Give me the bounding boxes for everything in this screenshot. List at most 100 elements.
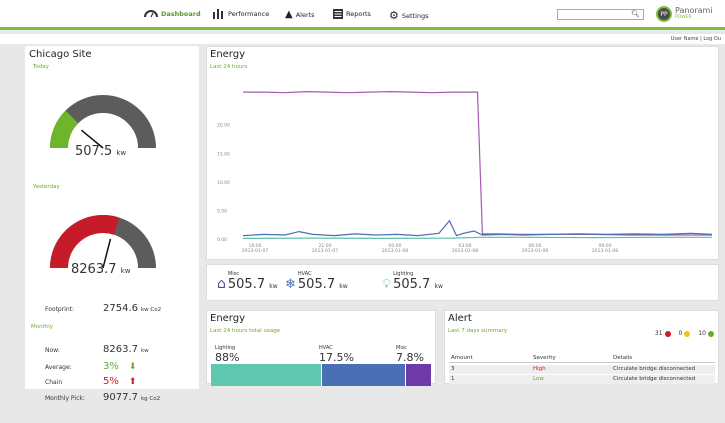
nav-alerts[interactable]: ▲ Alerts (285, 9, 315, 20)
logo-mark-icon: PP (656, 6, 672, 22)
legend-lighting[interactable]: 💡︎ Lighting 505.7 kw (382, 271, 443, 292)
today-unit: kw (116, 149, 127, 157)
now-label: Now: (45, 347, 60, 354)
table-row[interactable]: 3 High Circulate bridge disconnected (449, 365, 715, 374)
row-amount: 1 (451, 376, 455, 382)
search-input[interactable]: 🔍︎ (557, 9, 644, 20)
usage-subtitle: Last 24 hours total usage (210, 328, 281, 334)
y-tick-label: 10.00 (217, 180, 230, 186)
chain-value: 5% (103, 376, 119, 387)
nav-reports[interactable]: Reports (333, 9, 371, 19)
arrow-up-icon: ⬆ (128, 377, 137, 387)
series-line-misc[interactable] (243, 90, 712, 236)
legend-misc-value: 505.7 (227, 277, 266, 292)
snowflake-icon: ❄ (285, 277, 296, 292)
alert-count-green: 10 (698, 330, 706, 337)
nav-reports-label: Reports (346, 10, 371, 18)
col-amount: Amount (451, 355, 473, 361)
site-panel: Chicago Site Today 507.5 kw Yesterday 82… (25, 46, 199, 403)
footprint-unit: kw Co2 (141, 307, 162, 313)
legend-hvac[interactable]: ❄ HVAC 505.7 kw (285, 271, 348, 292)
usage-hvac-pct: 17.5% (319, 351, 354, 364)
alert-counts: 31 0 10 (655, 330, 714, 337)
energy-line-chart[interactable]: 0.00 5.00 10.00 15.00 20.00 18:00 2013-01-07 21… (207, 73, 718, 259)
usage-stacked-bar (211, 364, 431, 386)
nav-settings-label: Settings (401, 11, 429, 20)
row-details: Circulate bridge disconnected (613, 376, 696, 382)
energy-chart-panel: Energy Last 24 hours 0.00 5.00 10.00 15.00 2… (206, 46, 719, 260)
x-tick-label: 03:00 2013-01-08 (452, 243, 478, 254)
now-value: 8263.7 (103, 344, 138, 355)
row-details: Circulate bridge disconnected (613, 366, 696, 372)
energy-usage-panel: Energy Last 24 hours total usage Lightin… (206, 310, 436, 386)
legend-lighting-value: 505.7 (393, 277, 431, 292)
user-bar: User Name | Log Ou (0, 34, 725, 44)
user-links[interactable]: User Name | Log Ou (671, 36, 721, 42)
alert-subtitle: Last 7 days summary (448, 328, 508, 334)
legend-hvac-value: 505.7 (297, 277, 336, 292)
now-row: Now: 8263.7 kw (45, 344, 149, 355)
bar-chart-icon (213, 9, 223, 19)
today-gauge (50, 95, 156, 149)
usage-misc-pct: 7.8% (396, 351, 424, 364)
today-value: 507.5 kw (75, 144, 126, 159)
monthly-pick-row: Monthly Pick: 9077.7 kg Co2 (45, 392, 160, 403)
average-value: 3% (103, 361, 119, 372)
alert-count-yellow: 0 (678, 330, 683, 337)
x-tick-label: 09:00 2013-01-08 (592, 243, 618, 254)
yellow-dot-icon (684, 330, 691, 337)
alert-table-header: Amount Severity Details (449, 355, 715, 363)
footprint-row: Footprint: 2754.6 kw Co2 (45, 303, 161, 314)
logo-text: Panorami (675, 6, 713, 15)
today-gauge-fill (50, 110, 79, 149)
monthly-pick-unit: kg Co2 (141, 396, 161, 402)
now-unit: kw (141, 348, 149, 354)
nav-dashboard[interactable]: Dashboard (144, 9, 201, 18)
usage-lighting-pct: 88% (215, 351, 240, 364)
lightbulb-icon: 💡︎ (382, 277, 392, 292)
legend-hvac-unit: kw (339, 283, 348, 290)
footprint-label: Footprint: (45, 306, 75, 313)
yesterday-value: 8263.7 kw (71, 262, 130, 277)
y-tick-label: 15.00 (217, 151, 230, 157)
usage-segment-lighting[interactable] (211, 364, 321, 386)
monthly-pick-label: Monthly Pick: (45, 395, 85, 402)
x-tick-label: 21:00 2013-01-07 (312, 243, 338, 254)
site-title: Chicago Site (29, 49, 92, 60)
gauge-icon (144, 10, 158, 18)
today-number: 507.5 (75, 144, 113, 159)
series-line-lighting[interactable] (242, 236, 712, 239)
legend-lighting-unit: kw (434, 283, 443, 290)
x-tick-label: 06:00 2013-01-08 (522, 243, 548, 254)
green-dot-icon (708, 330, 714, 337)
legend-misc[interactable]: ⌂ Misc 505.7 kw (217, 271, 278, 292)
series-line-hvac[interactable] (242, 219, 713, 237)
report-icon (333, 9, 343, 19)
x-tick-label: 18:00 2013-01-07 (242, 243, 268, 254)
energy-legend: ⌂ Misc 505.7 kw ❄ HVAC 505.7 kw 💡︎ Light… (206, 264, 719, 301)
usage-title: Energy (210, 313, 246, 324)
footprint-value: 2754.6 (103, 303, 138, 314)
top-navigation-bar: Dashboard Performance ▲ Alerts Reports ⚙… (0, 0, 725, 30)
nav-alerts-label: Alerts (295, 10, 315, 19)
nav-performance[interactable]: Performance (213, 9, 269, 19)
yesterday-label: Yesterday (33, 184, 60, 190)
nav-dashboard-label: Dashboard (161, 9, 201, 18)
col-details: Details (613, 355, 633, 361)
logo-subtext: POWER (675, 15, 692, 20)
average-label: Average: (45, 364, 72, 371)
logo: PP Panorami POWER (656, 6, 713, 22)
nav-settings[interactable]: ⚙ Settings (389, 9, 429, 22)
y-tick-label: 20.00 (217, 123, 230, 129)
row-amount: 3 (451, 366, 455, 372)
legend-lighting-name: Lighting (393, 271, 414, 277)
red-dot-icon (664, 330, 671, 337)
table-row[interactable]: 1 Low Circulate bridge disconnected (449, 375, 715, 384)
chain-label: Chain (45, 379, 63, 386)
usage-segment-misc[interactable] (404, 364, 431, 386)
legend-misc-unit: kw (269, 283, 278, 290)
warning-icon: ▲ (285, 9, 293, 20)
search-icon[interactable]: 🔍︎ (631, 10, 640, 18)
arrow-down-icon: ⬇ (128, 362, 137, 372)
usage-segment-hvac[interactable] (321, 364, 405, 386)
